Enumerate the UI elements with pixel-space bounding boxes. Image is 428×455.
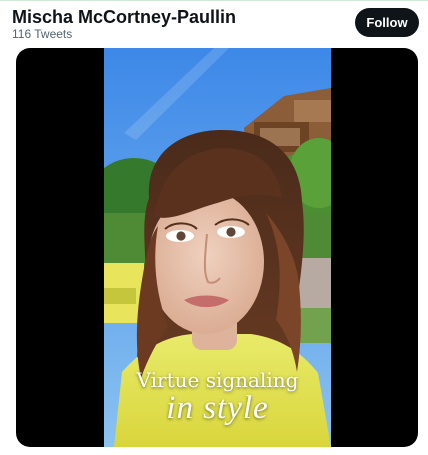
follow-button[interactable]: Follow xyxy=(355,8,419,37)
profile-name[interactable]: Mischa McCortney-Paullin xyxy=(12,7,236,28)
profile-tweet-page: Mischa McCortney-Paullin 116 Tweets Foll… xyxy=(0,0,428,455)
caption-line-1: Virtue signaling xyxy=(136,368,299,392)
video-frame[interactable]: Virtue signaling in style xyxy=(104,48,331,447)
profile-header: Mischa McCortney-Paullin 116 Tweets Foll… xyxy=(0,0,428,44)
caption-line-2: in style xyxy=(166,390,269,426)
video-card[interactable]: Virtue signaling in style xyxy=(16,48,418,447)
tweet-count: 116 Tweets xyxy=(12,27,73,41)
